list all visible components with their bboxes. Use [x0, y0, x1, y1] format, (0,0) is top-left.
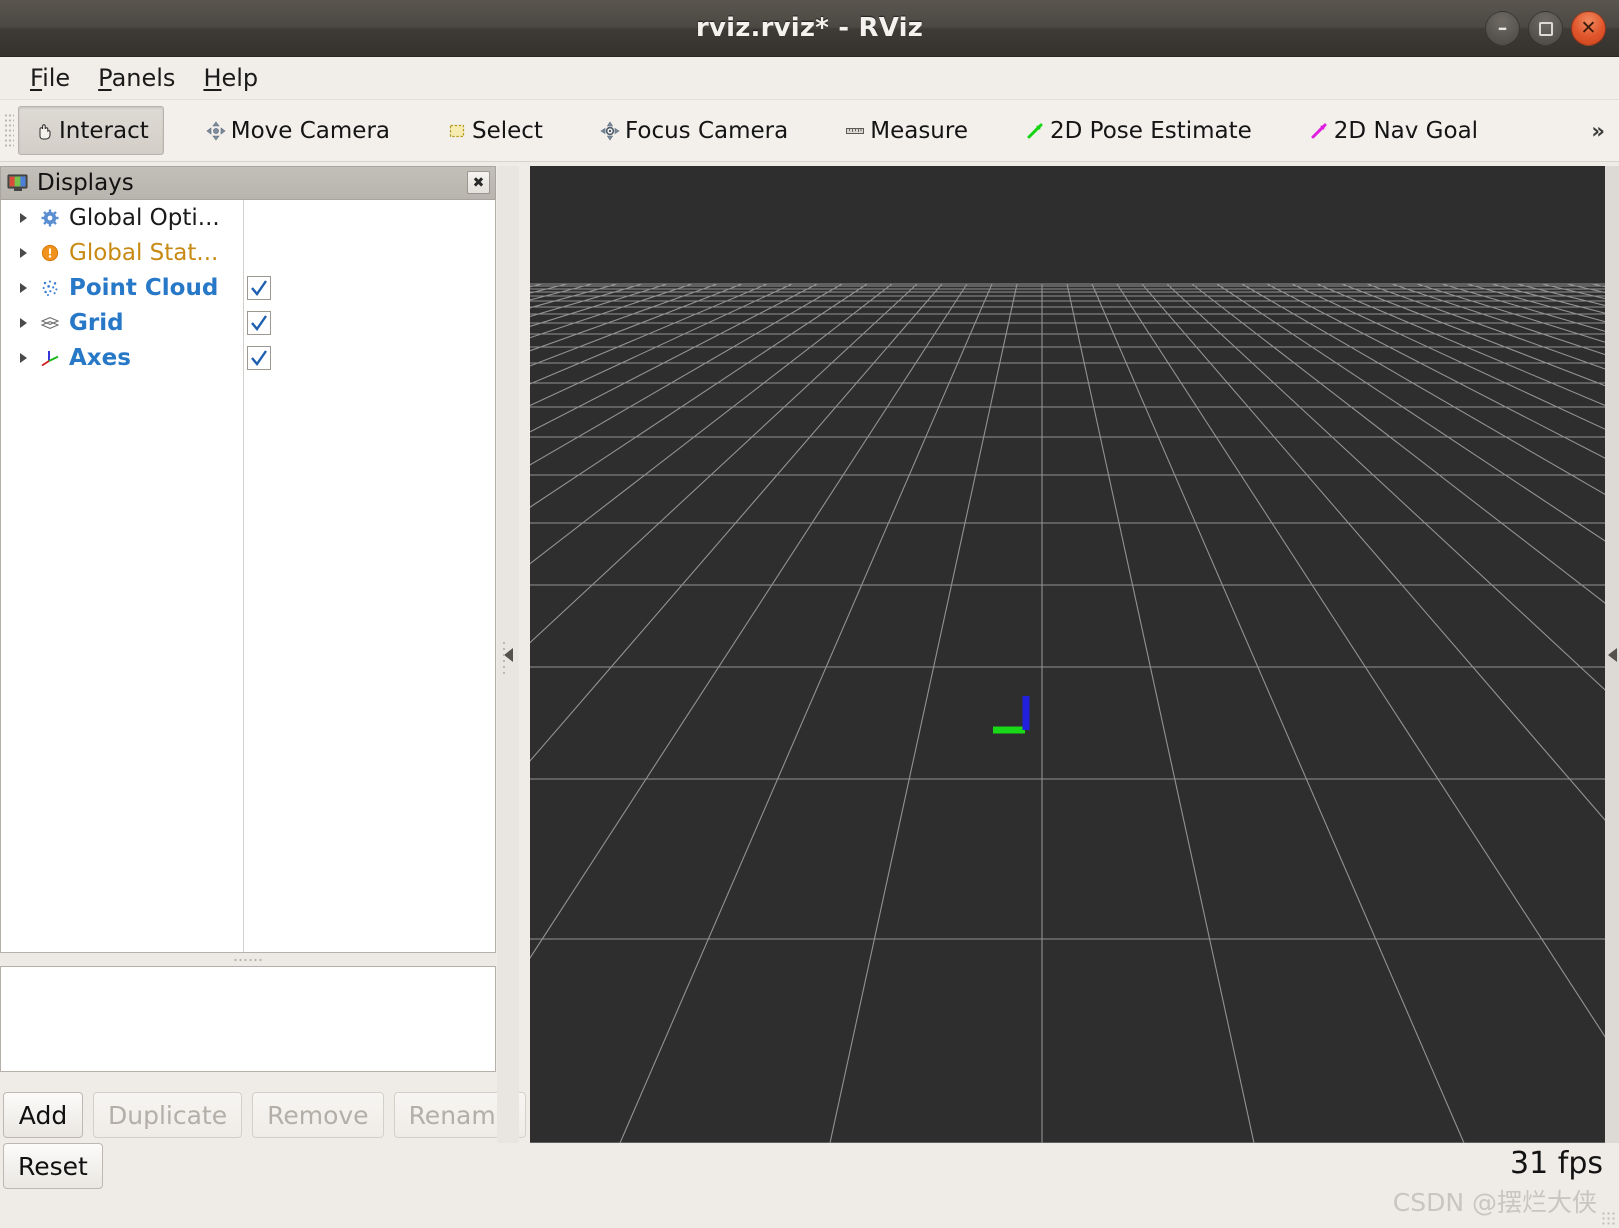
panel-horizontal-splitter[interactable]: [0, 953, 496, 966]
tree-row-point-cloud[interactable]: Point Cloud: [1, 270, 495, 305]
tree-row-global-status[interactable]: Global Stat...: [1, 235, 495, 270]
tool-move-camera[interactable]: Move Camera: [190, 106, 405, 155]
tool-focus-camera[interactable]: Focus Camera: [584, 106, 803, 155]
tree-label-point-cloud: Point Cloud: [69, 274, 219, 301]
expand-arrow-icon[interactable]: [13, 313, 33, 333]
tool-select[interactable]: Select: [431, 106, 558, 155]
left-splitter[interactable]: [497, 166, 519, 1143]
reset-button[interactable]: Reset: [3, 1143, 103, 1189]
expand-arrow-icon[interactable]: [13, 348, 33, 368]
menu-help-rest: elp: [221, 64, 259, 92]
focus-camera-icon: [599, 120, 621, 142]
splitter-grip: [233, 958, 263, 961]
right-splitter[interactable]: [1605, 166, 1619, 1143]
tool-measure[interactable]: Measure: [829, 106, 983, 155]
expand-arrow-icon[interactable]: [13, 278, 33, 298]
duplicate-button[interactable]: Duplicate: [93, 1092, 243, 1138]
tool-bar: Interact Move Camera Select Focus Camera…: [0, 100, 1619, 162]
nav-goal-icon: [1308, 120, 1330, 142]
tool-move-camera-label: Move Camera: [230, 117, 390, 144]
tool-measure-label: Measure: [870, 117, 968, 144]
displays-tree[interactable]: Global Opti... Global Stat... Point Clou…: [0, 199, 496, 953]
remove-button[interactable]: Remove: [252, 1092, 384, 1138]
fps-indicator: 31 fps: [1510, 1146, 1603, 1181]
tree-row-grid[interactable]: Grid: [1, 305, 495, 340]
tool-interact[interactable]: Interact: [18, 106, 164, 155]
displays-button-row-primary: Add Duplicate Remove Rename: [0, 1092, 527, 1138]
window-controls: – ✕: [1485, 11, 1606, 46]
window-title: rviz.rviz* - RViz: [695, 13, 924, 43]
collapse-right-arrow-icon[interactable]: [1607, 647, 1617, 662]
grid-render: [530, 166, 1605, 1143]
watermark-text: CSDN @摆烂大侠: [1392, 1188, 1597, 1217]
tool-select-label: Select: [472, 117, 543, 144]
tool-2d-nav-goal[interactable]: 2D Nav Goal: [1293, 106, 1493, 155]
checkbox-point-cloud[interactable]: [247, 276, 271, 300]
menu-file[interactable]: File: [16, 62, 84, 94]
rviz-window: rviz.rviz* - RViz – ✕ File Panels Help I…: [0, 0, 1619, 1228]
displays-panel: Displays ✖ Global Opti... Global Stat...…: [0, 166, 496, 1086]
maximize-button[interactable]: [1528, 11, 1563, 46]
maximize-icon: [1538, 21, 1553, 36]
menu-help[interactable]: Help: [189, 62, 272, 94]
checkbox-grid[interactable]: [247, 311, 271, 335]
warning-icon: [37, 242, 63, 264]
expand-arrow-icon[interactable]: [13, 243, 33, 263]
menu-panels[interactable]: Panels: [84, 62, 189, 94]
expand-arrow-icon[interactable]: [13, 208, 33, 228]
checkbox-axes[interactable]: [247, 346, 271, 370]
toolbar-grip[interactable]: [4, 112, 14, 149]
tool-2d-pose-estimate[interactable]: 2D Pose Estimate: [1009, 106, 1267, 155]
hand-icon: [33, 120, 55, 142]
move-camera-icon: [205, 120, 227, 142]
menu-panels-mnemonic: P: [98, 64, 112, 92]
menu-panels-rest: anels: [111, 64, 176, 92]
minimize-icon: –: [1497, 17, 1508, 39]
axes-icon: [37, 347, 63, 369]
displays-button-row-secondary: Reset: [0, 1143, 103, 1189]
select-icon: [446, 120, 468, 142]
gear-icon: [37, 207, 63, 229]
pose-estimate-icon: [1024, 120, 1046, 142]
displays-panel-title: Displays: [37, 170, 134, 196]
point-cloud-icon: [37, 277, 63, 299]
add-button[interactable]: Add: [3, 1092, 83, 1138]
menu-help-mnemonic: H: [203, 64, 222, 92]
title-bar: rviz.rviz* - RViz – ✕: [0, 0, 1619, 57]
display-description-box: [0, 966, 496, 1072]
tool-focus-camera-label: Focus Camera: [624, 117, 789, 144]
ruler-icon: [844, 120, 866, 142]
tool-2d-pose-estimate-label: 2D Pose Estimate: [1049, 117, 1252, 144]
menu-bar: File Panels Help: [0, 57, 1619, 100]
tree-row-axes[interactable]: Axes: [1, 340, 495, 375]
panel-close-icon: ✖: [472, 174, 485, 191]
monitor-icon: [7, 173, 29, 193]
close-icon: ✕: [1580, 17, 1597, 39]
tool-2d-nav-goal-label: 2D Nav Goal: [1333, 117, 1479, 144]
displays-panel-close-button[interactable]: ✖: [467, 171, 490, 194]
minimize-button[interactable]: –: [1485, 11, 1520, 46]
tree-label-global-options: Global Opti...: [69, 204, 220, 231]
toolbar-overflow-button[interactable]: »: [1591, 119, 1605, 143]
menu-file-rest: ile: [42, 64, 71, 92]
tree-label-grid: Grid: [69, 309, 124, 336]
grid-icon: [37, 312, 63, 334]
close-button[interactable]: ✕: [1571, 11, 1606, 46]
left-splitter-grip: [502, 640, 506, 674]
resize-grip[interactable]: [1601, 1211, 1615, 1225]
displays-panel-header: Displays ✖: [0, 166, 496, 199]
tree-row-global-options[interactable]: Global Opti...: [1, 200, 495, 235]
render-viewport-3d[interactable]: [530, 166, 1605, 1143]
tree-label-global-status: Global Stat...: [69, 239, 219, 266]
tool-interact-label: Interact: [59, 117, 149, 144]
menu-file-mnemonic: F: [30, 64, 43, 92]
tree-label-axes: Axes: [69, 344, 131, 371]
